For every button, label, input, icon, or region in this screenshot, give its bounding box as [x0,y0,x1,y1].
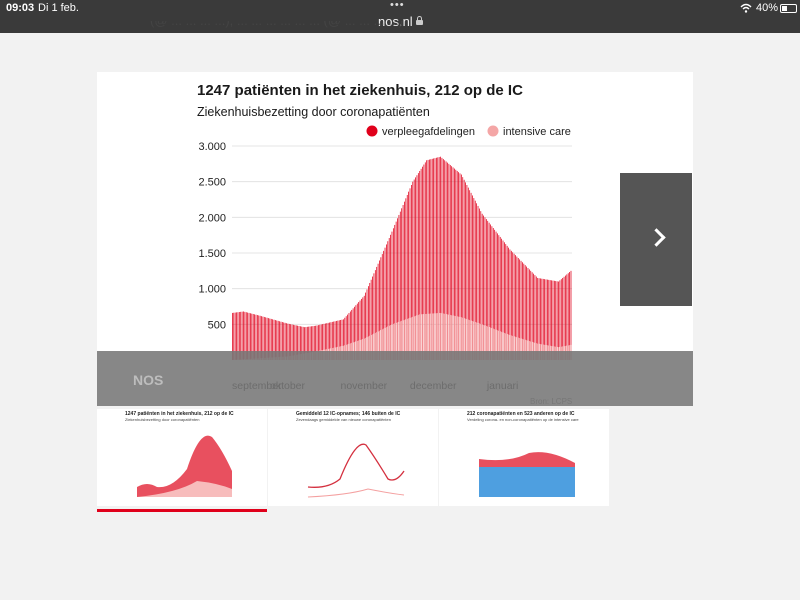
active-thumbnail-indicator [97,509,267,512]
chevron-right-icon [647,228,666,247]
y-tick-label: 2.000 [198,212,226,224]
nos-logo: NOS [133,372,164,388]
thumb-chart-2 [307,443,405,498]
chart-legend: verpleegafdelingen intensive care [366,125,571,138]
y-tick-label: 500 [208,319,226,331]
article-text-cut: (@ ... ... ... ...), ... ... ... ... ...… [150,21,750,35]
next-slide-button[interactable] [620,173,692,306]
thumb-chart-3 [479,452,575,497]
battery-percent: 40% [756,2,779,14]
legend-label: intensive care [503,126,571,138]
chart-source: Bron: LCPS [530,397,573,406]
chart-title: 1247 patiënten in het ziekenhuis, 212 op… [197,82,523,99]
wifi-icon [740,3,752,13]
y-tick-label: 1.000 [198,284,226,296]
y-tick-label: 1.500 [198,248,226,260]
thumbnail-3[interactable]: 212 coronapatiënten en 523 anderen op de… [439,409,609,506]
caption-overlay: NOS [97,351,693,406]
legend-label: verpleegafdelingen [382,126,475,138]
status-time: 09:03 [6,2,35,14]
status-date: Di 1 feb. [38,2,79,14]
chart-subtitle: Ziekenhuisbezetting door coronapatiënten [197,105,430,119]
legend-swatch [366,125,378,137]
thumbnail-2[interactable]: Gemiddeld 12 IC-opnames; 146 buiten de I… [268,409,438,506]
battery-icon [780,4,797,13]
thumb-chart-1 [137,435,232,497]
thumbnail-1[interactable]: 1247 patiënten in het ziekenhuis, 212 op… [97,409,267,506]
y-tick-label: 2.500 [198,177,226,189]
y-tick-label: 3.000 [198,141,226,153]
legend-swatch [487,125,499,137]
tab-dots-icon[interactable]: ••• [390,0,405,11]
